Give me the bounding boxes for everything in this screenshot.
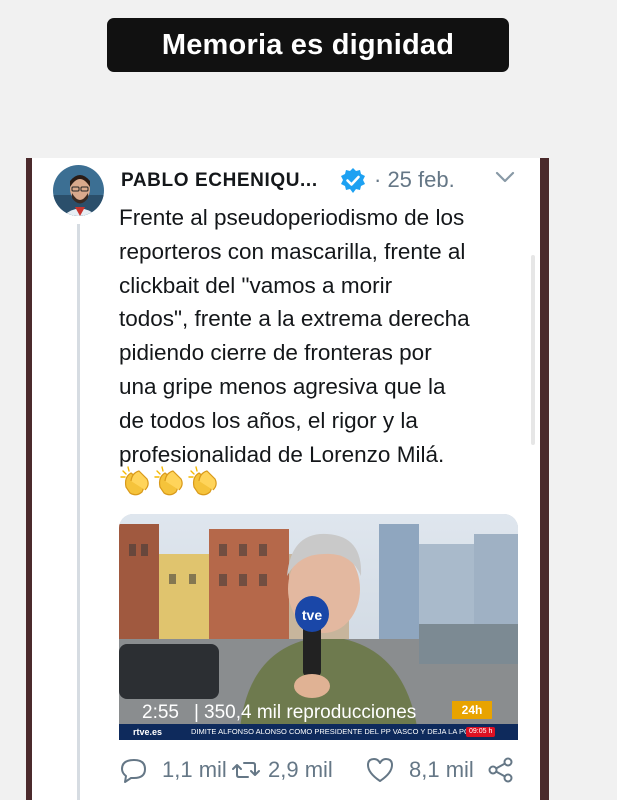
- tweet-text-line: una gripe menos agresiva que la: [119, 373, 446, 399]
- thread-line: [77, 224, 80, 800]
- share-icon: [488, 757, 513, 783]
- verified-badge-icon: [341, 168, 365, 193]
- video-duration: 2:55: [142, 702, 179, 723]
- chevron-down-icon[interactable]: [494, 168, 516, 186]
- reply-count: 1,1 mil: [162, 757, 227, 782]
- retweet-button[interactable]: 2,9 mil: [231, 750, 333, 790]
- tweet-text-line: reporteros con mascarilla, frente al: [119, 238, 466, 264]
- news-ticker: rtve.es DIMITE ALFONSO ALONSO COMO PRESI…: [119, 724, 518, 740]
- like-count: 8,1 mil: [409, 757, 474, 782]
- video-overlay: 2:55 | 350,4 mil reproducciones 24h rtve…: [119, 698, 518, 740]
- ticker-logo: rtve.es: [133, 727, 163, 737]
- retweet-count: 2,9 mil: [268, 757, 333, 782]
- clapping-hands-icon: [188, 466, 217, 496]
- mic-label: tve: [302, 607, 322, 623]
- video-views: 350,4 mil reproducciones: [204, 702, 417, 723]
- tweet-text: Frente al pseudoperiodismo de los report…: [119, 201, 529, 471]
- like-button[interactable]: 8,1 mil: [365, 750, 474, 790]
- tweet-text-line: de todos los años, el rigor y la: [119, 407, 418, 433]
- scrollbar[interactable]: [531, 255, 535, 445]
- tweet-actions: 1,1 mil 2,9 mil 8,1 mil: [119, 750, 519, 790]
- heart-icon: [367, 758, 393, 782]
- avatar[interactable]: [53, 165, 104, 216]
- author-name[interactable]: PABLO ECHENIQU...: [121, 170, 318, 192]
- frame-edge-left: [26, 158, 32, 800]
- tweet-text-line: Frente al pseudoperiodismo de los: [119, 205, 465, 230]
- reply-button[interactable]: 1,1 mil: [119, 750, 227, 790]
- reply-icon: [121, 759, 146, 783]
- tweet-text-line: pidiendo cierre de fronteras por: [119, 340, 432, 366]
- ticker-text: DIMITE ALFONSO ALONSO COMO PRESIDENTE DE…: [191, 727, 470, 736]
- tweet-text-line: todos", frente a la extrema derecha: [119, 306, 470, 332]
- frame-edge-right: [540, 158, 549, 800]
- channel-badge: 24h: [452, 701, 492, 719]
- retweet-icon: [232, 762, 260, 778]
- clapping-hands-icon: [154, 466, 183, 496]
- video-separator: |: [194, 702, 199, 723]
- clapping-hands-icon: [120, 466, 149, 496]
- story-caption: Memoria es dignidad: [107, 18, 509, 72]
- ticker-time: 09:05 h: [466, 727, 496, 737]
- tweet-date[interactable]: · 25 feb.: [374, 167, 455, 193]
- tweet-text-line: clickbait del "vamos a morir: [119, 272, 393, 298]
- share-button[interactable]: [486, 750, 516, 790]
